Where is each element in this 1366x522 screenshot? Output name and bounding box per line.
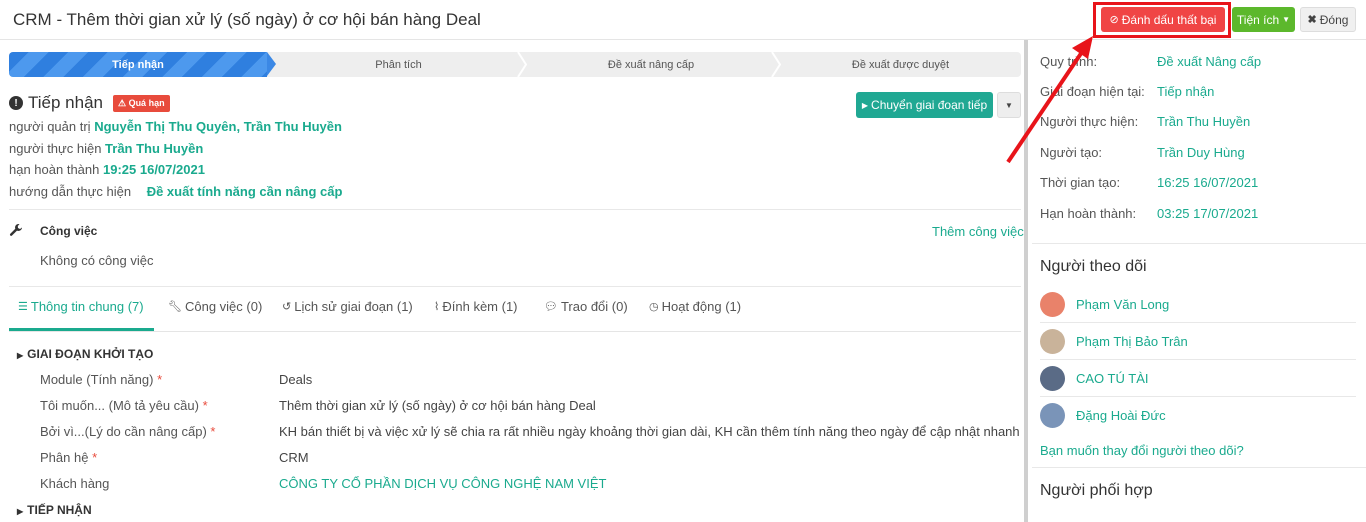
coordinators-title: Người phối hợp: [1040, 482, 1153, 499]
current-stage-title: Tiếp nhận: [28, 93, 103, 112]
follower-item[interactable]: Đặng Hoài Đức: [1040, 403, 1166, 428]
guide-value[interactable]: Đề xuất tính năng cần nâng cấp: [147, 184, 343, 199]
deadline-line: hạn hoàn thành 19:25 16/07/2021: [9, 162, 205, 177]
paperclip-icon: ⌇: [434, 301, 440, 313]
scrollbar[interactable]: [1024, 40, 1028, 522]
ban-icon: ⊘: [1109, 14, 1119, 26]
caret-right-icon: ▶: [17, 351, 24, 360]
field-label: Khách hàng: [40, 476, 110, 491]
assignee-value[interactable]: Trần Thu Huyền: [105, 141, 203, 156]
guide-line: hướng dẫn thực hiện Đề xuất tính năng cầ…: [9, 184, 343, 199]
stage-options-caret-button[interactable]: ▼: [997, 92, 1021, 118]
field-label: Phân hệ *: [40, 450, 98, 465]
current-stage-header: ! Tiếp nhận ⚠ Quá hạn: [9, 93, 170, 113]
overdue-badge: ⚠ Quá hạn: [112, 94, 170, 112]
detail-value: 03:25 17/07/2021: [1157, 206, 1259, 221]
add-task-link[interactable]: Thêm công việc: [932, 224, 1024, 239]
stage-progress-bar: Tiếp nhận Phân tích Đề xuất nâng cấp Đề …: [9, 52, 1021, 77]
divider: [1040, 359, 1356, 360]
divider: [9, 209, 1021, 210]
detail-label: Quy trình:: [1040, 54, 1098, 69]
tab-stage-history[interactable]: ↺ Lịch sử giai đoạn (1): [282, 299, 413, 314]
tab-attachments[interactable]: ⌇ Đính kèm (1): [434, 299, 518, 314]
divider: [1032, 243, 1366, 244]
detail-label: Giai đoạn hiện tại:: [1040, 84, 1145, 99]
change-followers-link[interactable]: Bạn muốn thay đổi người theo dõi?: [1040, 443, 1244, 458]
manager-line: người quản trị Nguyễn Thị Thu Quyên, Trầ…: [9, 119, 342, 134]
utilities-label: Tiện ích: [1236, 12, 1280, 27]
stage-step[interactable]: Đề xuất nâng cấp: [526, 52, 776, 77]
follower-item[interactable]: Phạm Văn Long: [1040, 292, 1169, 317]
avatar: [1040, 329, 1065, 354]
stage-arrow: [267, 52, 276, 76]
detail-value: Tiếp nhận: [1157, 84, 1215, 99]
detail-value[interactable]: Trần Thu Huyền: [1157, 114, 1250, 129]
field-value: Deals: [279, 372, 313, 387]
caret-down-icon: ▼: [1005, 100, 1013, 110]
group-init-toggle[interactable]: ▶ GIAI ĐOẠN KHỞI TẠO: [17, 347, 153, 361]
next-stage-label: Chuyển giai đoạn tiếp: [871, 98, 988, 112]
follower-item[interactable]: Phạm Thị Bảo Trân: [1040, 329, 1188, 354]
stage-step-active[interactable]: Tiếp nhận: [9, 52, 267, 77]
exclamation-icon: !: [9, 96, 23, 110]
divider: [1032, 467, 1366, 468]
followers-title: Người theo dõi: [1040, 258, 1147, 275]
field-value: CRM: [279, 450, 309, 465]
close-button[interactable]: ✖ Đóng: [1300, 7, 1356, 32]
history-icon: ↺: [282, 301, 292, 313]
tab-discussion[interactable]: 💬︎ Trao đổi (0): [544, 299, 628, 314]
tasks-title: Công việc: [40, 224, 98, 238]
detail-label: Hạn hoàn thành:: [1040, 206, 1137, 221]
tab-activity[interactable]: ◷ Hoạt động (1): [649, 299, 741, 314]
caret-right-icon: ▶: [861, 100, 869, 110]
customer-link[interactable]: CÔNG TY CỔ PHẦN DỊCH VỤ CÔNG NGHỆ NAM VI…: [279, 476, 606, 491]
active-tab-indicator: [9, 328, 154, 331]
divider: [1040, 322, 1356, 323]
page-title: CRM - Thêm thời gian xử lý (số ngày) ở c…: [13, 10, 481, 29]
mark-failed-label: Đánh dấu thất bại: [1121, 12, 1217, 27]
avatar: [1040, 403, 1065, 428]
comments-icon: 💬︎: [544, 301, 558, 313]
field-label: Bởi vì...(Lý do cần nâng cấp) *: [40, 424, 216, 439]
manager-value[interactable]: Nguyễn Thị Thu Quyên, Trần Thu Huyền: [94, 119, 342, 134]
divider: [1040, 396, 1356, 397]
tab-tasks[interactable]: 🔧︎ Công việc (0): [168, 299, 262, 314]
assignee-line: người thực hiện Trần Thu Huyền: [9, 141, 204, 156]
top-bar: CRM - Thêm thời gian xử lý (số ngày) ở c…: [0, 0, 1366, 40]
close-icon: ✖: [1307, 14, 1317, 26]
tab-general-info[interactable]: ☰ Thông tin chung (7): [18, 299, 144, 314]
stage-step[interactable]: Phân tích: [276, 52, 521, 77]
field-value: Thêm thời gian xử lý (số ngày) ở cơ hội …: [279, 398, 596, 413]
list-icon: ☰: [18, 301, 28, 313]
caret-right-icon: ▶: [17, 507, 24, 516]
field-value: KH bán thiết bị và việc xử lý sẽ chia ra…: [279, 424, 1020, 439]
next-stage-button[interactable]: ▶ Chuyển giai đoạn tiếp: [856, 92, 993, 118]
field-label: Tôi muốn... (Mô tả yêu cầu) *: [40, 398, 208, 413]
detail-value[interactable]: Trần Duy Hùng: [1157, 145, 1245, 160]
avatar: [1040, 292, 1065, 317]
field-label: Module (Tính năng) *: [40, 372, 163, 387]
tasks-empty-text: Không có công việc: [40, 253, 154, 268]
utilities-dropdown-button[interactable]: Tiện ích ▼: [1232, 7, 1295, 32]
detail-label: Thời gian tạo:: [1040, 175, 1121, 190]
caret-down-icon: ▼: [1282, 15, 1291, 24]
detail-value[interactable]: Đề xuất Nâng cấp: [1157, 54, 1261, 69]
follower-item[interactable]: CAO TÚ TÀI: [1040, 366, 1148, 391]
clock-icon: ◷: [649, 301, 659, 313]
wrench-icon: [9, 224, 22, 236]
deadline-value: 19:25 16/07/2021: [103, 162, 205, 177]
detail-label: Người tạo:: [1040, 145, 1103, 160]
avatar: [1040, 366, 1065, 391]
group-receive-toggle[interactable]: ▶ TIẾP NHẬN: [17, 503, 92, 517]
detail-tabs: ☰ Thông tin chung (7) 🔧︎ Công việc (0) ↺ Lị…: [9, 287, 1021, 332]
mark-failed-button[interactable]: ⊘ Đánh dấu thất bại: [1101, 7, 1225, 32]
close-label: Đóng: [1319, 12, 1349, 27]
wrench-icon: 🔧︎: [168, 301, 182, 313]
stage-step[interactable]: Đề xuất được duyệt: [780, 52, 1021, 77]
detail-label: Người thực hiện:: [1040, 114, 1139, 129]
detail-value: 16:25 16/07/2021: [1157, 175, 1259, 190]
